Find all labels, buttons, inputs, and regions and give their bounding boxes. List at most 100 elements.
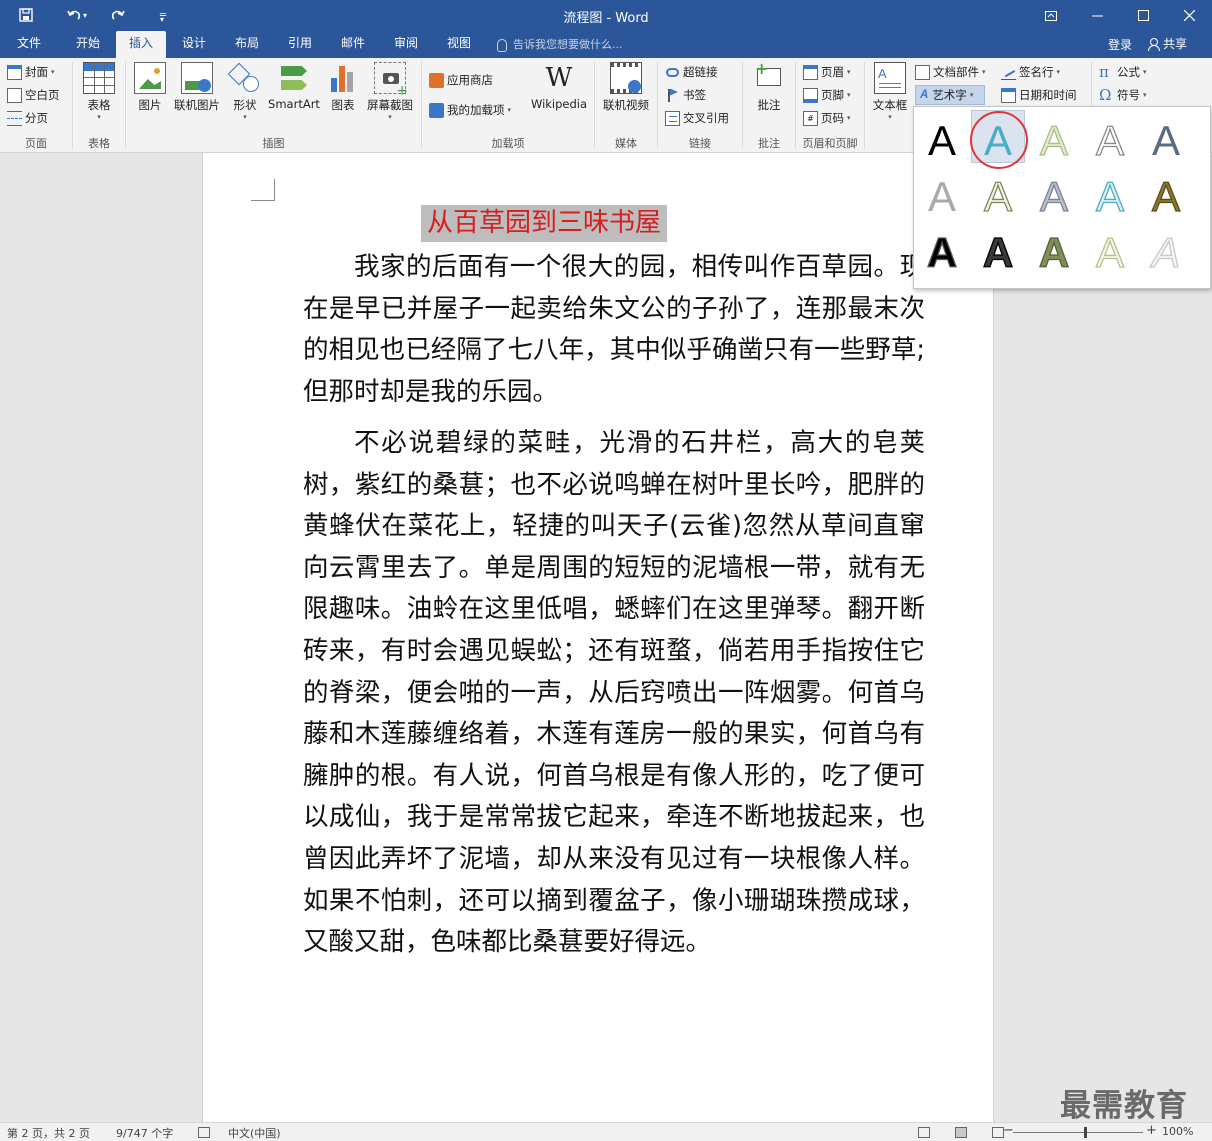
footer-button[interactable]: 页脚 ▾ <box>803 85 851 105</box>
share-button[interactable]: 共享 <box>1148 35 1187 52</box>
cover-page-button[interactable]: 封面 ▾ <box>7 62 55 82</box>
header-button[interactable]: 页眉 ▾ <box>803 62 851 82</box>
word-count[interactable]: 9/747 个字 <box>116 1125 173 1141</box>
zoom-out-icon[interactable]: − <box>1003 1123 1014 1138</box>
hyperlink-button[interactable]: 超链接 <box>665 62 718 82</box>
pi-icon: π <box>1099 62 1109 81</box>
quick-parts-button[interactable]: 文档部件 ▾ <box>915 62 986 82</box>
my-addins-button[interactable]: 我的加载项 ▾ <box>429 100 511 120</box>
wordart-style-4[interactable]: A <box>1095 116 1124 164</box>
document-paragraph[interactable]: 不必说碧绿的菜畦，光滑的石井栏，高大的皂荚树，紫红的桑葚；也不必说鸣蝉在树叶里长… <box>303 423 925 964</box>
proofing-icon[interactable] <box>198 1127 210 1138</box>
selection-circle <box>970 111 1028 169</box>
store-button[interactable]: 应用商店 <box>429 70 493 90</box>
close-icon[interactable] <box>1166 0 1212 31</box>
tab-layout[interactable]: 布局 <box>223 31 271 58</box>
wordart-style-10[interactable]: A <box>1151 172 1180 220</box>
tab-file[interactable]: 文件 <box>4 31 54 58</box>
online-video-icon <box>610 62 642 94</box>
group-label-media: 媒体 <box>615 137 637 150</box>
wordart-style-8[interactable]: A <box>1039 172 1068 220</box>
new-comment-button[interactable]: + 批注 <box>748 61 790 113</box>
online-video-label: 联机视频 <box>603 98 649 112</box>
blank-page-button[interactable]: 空白页 <box>7 85 60 105</box>
tell-me-search[interactable]: 告诉我您想要做什么... <box>497 36 623 54</box>
wordart-style-1[interactable]: A <box>928 117 956 164</box>
table-label: 表格 <box>87 98 111 112</box>
symbol-button[interactable]: Ω 符号 ▾ <box>1099 85 1147 105</box>
table-icon <box>83 62 115 94</box>
smartart-button[interactable]: SmartArt <box>266 62 322 111</box>
watermark-logo: 最需教育 <box>1060 1088 1188 1124</box>
minimize-icon[interactable] <box>1074 0 1120 31</box>
page-count[interactable]: 第 2 页，共 2 页 <box>7 1125 90 1141</box>
wordart-style-5[interactable]: A <box>1152 117 1180 164</box>
wordart-style-12[interactable]: A <box>982 228 1014 276</box>
signature-line-button[interactable]: 签名行 ▾ <box>1001 62 1060 82</box>
wordart-style-11[interactable]: A <box>926 228 958 276</box>
signature-icon <box>1001 64 1016 80</box>
tab-design[interactable]: 设计 <box>170 31 218 58</box>
zoom-level[interactable]: 100% <box>1162 1125 1193 1138</box>
page-number-button[interactable]: # 页码 ▾ <box>803 108 851 128</box>
wikipedia-label: Wikipedia <box>530 97 588 111</box>
wordart-style-3[interactable]: A <box>1039 116 1068 164</box>
zoom-in-icon[interactable]: + <box>1146 1123 1157 1138</box>
tab-mailings[interactable]: 邮件 <box>329 31 377 58</box>
equation-button[interactable]: π 公式 ▾ <box>1099 62 1147 82</box>
ribbon-display-options-icon[interactable] <box>1028 0 1074 31</box>
page-break-button[interactable]: 分页 <box>7 108 48 128</box>
maximize-icon[interactable] <box>1120 0 1166 31</box>
text-box-button[interactable]: A 文本框 ▾ <box>868 62 912 121</box>
tab-review[interactable]: 审阅 <box>382 31 430 58</box>
header-label: 页眉 <box>821 65 844 79</box>
wordart-style-14[interactable]: A <box>1095 228 1124 276</box>
table-button[interactable]: 表格 ▾ <box>78 62 120 121</box>
wordart-style-7[interactable]: A <box>983 172 1012 220</box>
document-paragraph[interactable]: 我家的后面有一个很大的园，相传叫作百草园。现在是早已并屋子一起卖给朱文公的子孙了… <box>303 247 925 413</box>
text-box-icon: A <box>874 62 906 94</box>
tab-home[interactable]: 开始 <box>62 31 114 58</box>
page-number-label: 页码 <box>821 111 844 125</box>
group-label-comments: 批注 <box>758 137 780 150</box>
picture-icon <box>134 62 166 94</box>
title-bar: ▾ ═ ▾ 流程图 - Word <box>0 0 1212 31</box>
online-pictures-button[interactable]: 联机图片 <box>170 62 224 113</box>
zoom-slider[interactable] <box>1013 1132 1143 1133</box>
status-bar: 第 2 页，共 2 页 9/747 个字 中文(中国) − + 100% <box>0 1122 1212 1141</box>
read-mode-icon[interactable] <box>918 1127 930 1138</box>
language-indicator[interactable]: 中文(中国) <box>228 1125 281 1141</box>
tab-view[interactable]: 视图 <box>435 31 483 58</box>
tab-insert[interactable]: 插入 <box>116 31 166 58</box>
wikipedia-button[interactable]: W Wikipedia <box>528 62 590 111</box>
calendar-icon <box>1001 87 1016 103</box>
quick-parts-icon <box>915 64 930 80</box>
wordart-style-6[interactable]: A <box>928 173 956 220</box>
online-video-button[interactable]: 联机视频 <box>598 62 654 113</box>
wordart-style-13[interactable]: A <box>1038 228 1070 276</box>
login-link[interactable]: 登录 <box>1108 36 1132 53</box>
wordart-button[interactable]: A 艺术字 ▾ <box>915 85 985 105</box>
bookmark-button[interactable]: 书签 <box>665 85 706 105</box>
document-heading[interactable]: 从百草园到三味书屋 <box>421 205 668 242</box>
footer-icon <box>803 87 818 103</box>
tab-references[interactable]: 引用 <box>276 31 324 58</box>
header-icon <box>803 64 818 80</box>
my-addins-icon <box>429 102 444 118</box>
pictures-button[interactable]: 图片 <box>131 62 169 113</box>
date-time-button[interactable]: 日期和时间 <box>1001 85 1077 105</box>
blank-page-icon <box>7 87 22 103</box>
cross-reference-button[interactable]: 交叉引用 <box>665 108 729 128</box>
shapes-button[interactable]: 形状 ▾ <box>226 62 264 121</box>
chart-button[interactable]: 图表 <box>324 62 362 113</box>
wordart-style-9[interactable]: A <box>1095 172 1124 220</box>
pictures-label: 图片 <box>138 98 162 112</box>
symbol-label: 符号 <box>1117 88 1140 102</box>
hyperlink-icon <box>665 65 680 80</box>
screenshot-button[interactable]: + 屏幕截图 ▾ <box>363 62 417 121</box>
print-layout-icon[interactable] <box>955 1127 967 1138</box>
wordart-style-15[interactable]: A <box>1148 228 1180 276</box>
document-page[interactable]: 从百草园到三味书屋 我家的后面有一个很大的园，相传叫作百草园。现在是早已并屋子一… <box>202 153 994 1122</box>
tell-me-placeholder: 告诉我您想要做什么... <box>513 38 623 51</box>
zoom-slider-thumb[interactable] <box>1083 1127 1087 1138</box>
